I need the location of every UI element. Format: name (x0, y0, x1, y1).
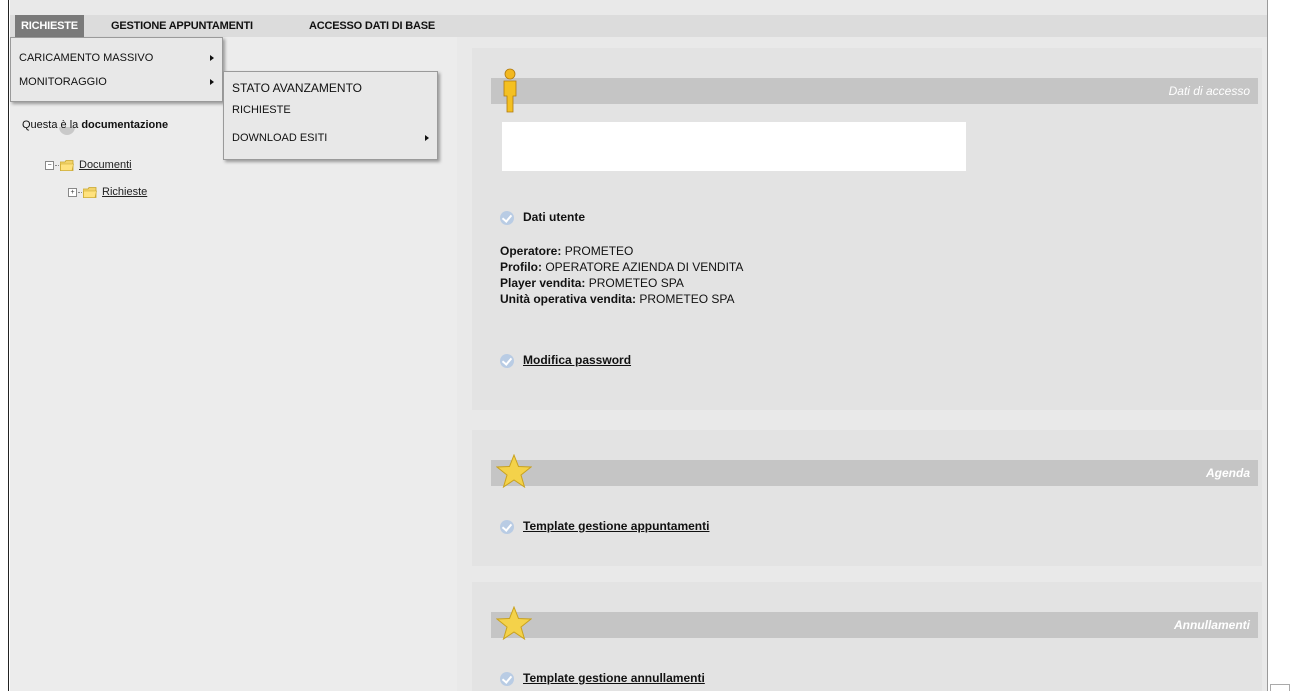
template-annullamenti-link[interactable]: Template gestione annullamenti (523, 671, 705, 685)
intro-prefix: Questa è la (22, 119, 82, 131)
blank-info-box (502, 122, 966, 171)
tree-link-richieste[interactable]: Richieste (102, 186, 147, 198)
check-circle-icon (500, 671, 514, 686)
field-operatore: Operatore: PROMETEO (500, 244, 634, 258)
menu-richieste[interactable]: RICHIESTE (15, 15, 84, 37)
folder-icon (83, 186, 97, 198)
template-appuntamenti-link[interactable]: Template gestione appuntamenti (523, 519, 709, 533)
access-panel-header: Dati di accesso (491, 78, 1258, 104)
menu-item-stato-avanzamento[interactable]: STATO AVANZAMENTO (224, 76, 437, 100)
access-panel-title: Dati di accesso (1168, 84, 1250, 98)
menu-item-download-esiti[interactable]: DOWNLOAD ESITI (224, 126, 437, 150)
menu-item-label: CARICAMENTO MASSIVO (19, 52, 154, 64)
menu-accesso-dati-di-base[interactable]: ACCESSO DATI DI BASE (309, 15, 435, 37)
dati-utente-heading: Dati utente (500, 210, 585, 225)
modifica-password-row: Modifica password (500, 353, 631, 368)
user-info: Operatore: PROMETEO Profilo: OPERATORE A… (500, 243, 743, 307)
submenu-arrow-icon (210, 79, 214, 85)
access-panel: Dati di accesso Dati utente Operatore: P… (472, 48, 1262, 410)
person-icon (503, 68, 517, 113)
field-player-vendita: Player vendita: PROMETEO SPA (500, 276, 684, 290)
top-menubar: RICHIESTE GESTIONE APPUNTAMENTI ACCESSO … (10, 15, 1267, 37)
menu-item-richieste[interactable]: RICHIESTE (224, 100, 437, 126)
scrollbar-bottom-stub[interactable] (1270, 684, 1290, 691)
menu-item-monitoraggio[interactable]: MONITORAGGIO (11, 70, 222, 94)
dati-utente-label: Dati utente (523, 210, 586, 224)
monitoraggio-submenu: STATO AVANZAMENTO RICHIESTE DOWNLOAD ESI… (223, 71, 438, 160)
tree-link-documenti[interactable]: Documenti (79, 159, 132, 171)
check-circle-icon (500, 210, 514, 225)
agenda-panel-header: Agenda (491, 460, 1258, 486)
app-frame: RICHIESTE GESTIONE APPUNTAMENTI ACCESSO … (10, 0, 1267, 691)
tree-item-documenti[interactable]: − Documenti (45, 159, 132, 171)
scrollbar-track[interactable] (1267, 0, 1293, 691)
template-annullamenti-row: Template gestione annullamenti (500, 671, 705, 686)
menu-item-label: RICHIESTE (232, 104, 291, 116)
star-icon (496, 454, 532, 488)
menu-gestione-appuntamenti[interactable]: GESTIONE APPUNTAMENTI (111, 15, 253, 37)
template-appuntamenti-row: Template gestione appuntamenti (500, 519, 709, 534)
richieste-dropdown: CARICAMENTO MASSIVO MONITORAGGIO (10, 37, 223, 102)
annullamenti-panel-header: Annullamenti (491, 612, 1258, 638)
agenda-panel: Agenda Template gestione appuntamenti (472, 430, 1262, 566)
collapse-icon[interactable]: − (45, 160, 54, 170)
star-icon (496, 606, 532, 640)
modifica-password-link[interactable]: Modifica password (523, 353, 631, 367)
submenu-arrow-icon (425, 135, 429, 141)
folder-icon (60, 159, 74, 171)
menu-item-label: DOWNLOAD ESITI (232, 132, 328, 144)
tree-item-richieste[interactable]: + Richieste (68, 186, 147, 198)
check-circle-icon (500, 353, 514, 368)
field-unita-operativa: Unità operativa vendita: PROMETEO SPA (500, 292, 735, 306)
expand-icon[interactable]: + (68, 187, 77, 197)
intro-text: Questa è la documentazione (22, 119, 168, 131)
field-profilo: Profilo: OPERATORE AZIENDA DI VENDITA (500, 260, 744, 274)
menu-item-label: MONITORAGGIO (19, 76, 107, 88)
annullamenti-panel: Annullamenti Template gestione annullame… (472, 582, 1262, 691)
menu-item-label: STATO AVANZAMENTO (232, 81, 363, 95)
menu-item-caricamento-massivo[interactable]: CARICAMENTO MASSIVO (11, 46, 222, 70)
annullamenti-panel-title: Annullamenti (1173, 618, 1250, 632)
intro-bold: documentazione (81, 119, 169, 131)
submenu-arrow-icon (210, 55, 214, 61)
window-left-border (0, 0, 9, 691)
agenda-panel-title: Agenda (1205, 466, 1250, 480)
check-circle-icon (500, 519, 514, 534)
